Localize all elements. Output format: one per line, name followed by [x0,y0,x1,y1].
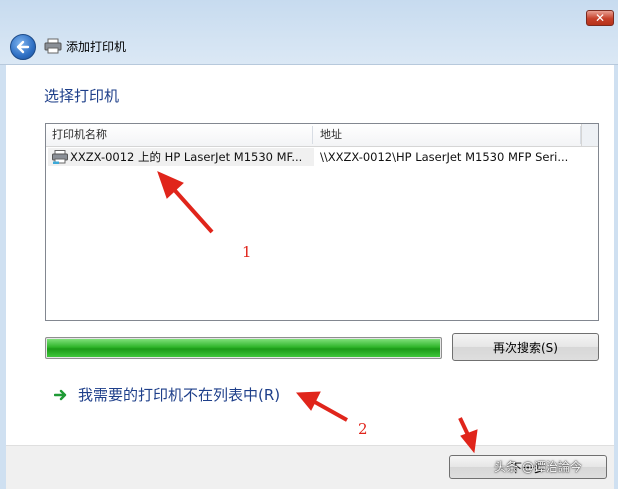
back-button[interactable] [10,34,36,60]
close-button[interactable]: ✕ [586,10,614,26]
window-titlebar [0,0,618,65]
column-divider[interactable] [312,126,313,144]
column-header-name[interactable]: 打印机名称 [46,124,312,146]
search-progress-bar [45,337,442,359]
back-arrow-icon [16,40,30,54]
column-header-address[interactable]: 地址 [314,124,580,146]
printer-icon [52,150,68,164]
printer-icon [44,38,62,54]
table-row[interactable]: XXZX-0012 上的 HP LaserJet M1530 MF... \\X… [48,147,580,167]
list-header: 打印机名称 地址 [46,124,598,147]
printer-address-cell: \\XXZX-0012\HP LaserJet M1530 MFP Seri..… [320,150,569,164]
printer-list[interactable]: 打印机名称 地址 XXZX-0012 上的 HP LaserJet M1530 … [45,123,599,321]
progress-fill [47,339,440,357]
search-again-button[interactable]: 再次搜索(S) [452,333,599,361]
watermark: 头条 @谭治論今 [494,460,582,474]
printer-name-cell: XXZX-0012 上的 HP LaserJet M1530 MF... [70,150,303,164]
printer-not-listed-label[interactable]: 我需要的打印机不在列表中(R) [78,384,280,406]
green-arrow-icon [54,389,67,401]
page-heading: 选择打印机 [44,87,120,105]
header-scroll-corner [581,124,598,146]
window-title: 添加打印机 [66,40,127,54]
annotation-label-1: 1 [242,243,252,261]
annotation-label-2: 2 [358,420,368,438]
